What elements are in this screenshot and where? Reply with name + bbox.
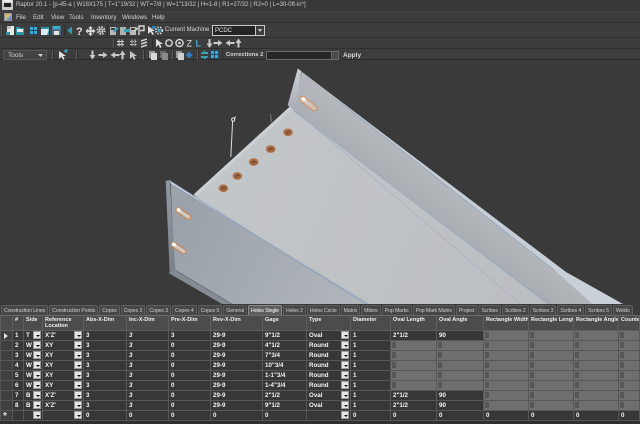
svg-text:Z: Z xyxy=(187,39,193,49)
svg-text:L: L xyxy=(196,39,202,49)
